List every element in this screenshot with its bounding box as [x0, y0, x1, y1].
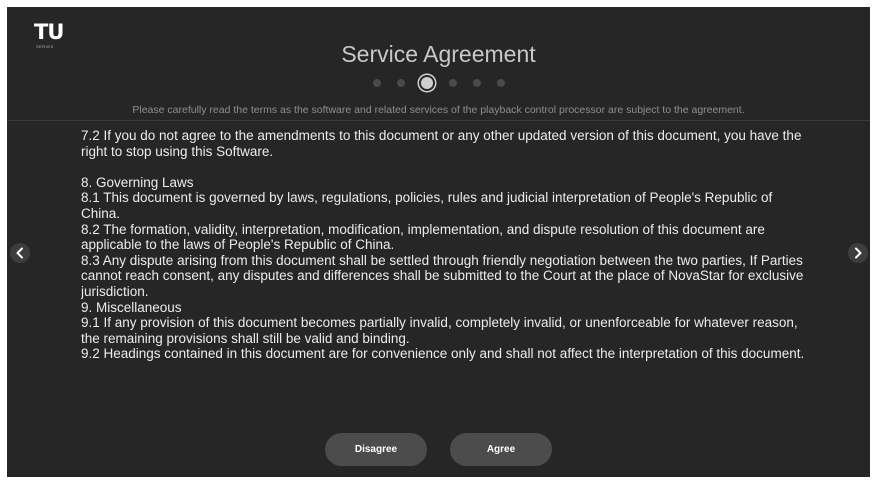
- page-indicator: [7, 75, 870, 91]
- disagree-button[interactable]: Disagree: [325, 433, 427, 466]
- clause-9-2: 9.2 Headings contained in this document …: [81, 346, 805, 362]
- page-dot-4: [448, 79, 457, 87]
- page-dot-3-active: [420, 77, 433, 89]
- chevron-right-icon: [855, 247, 862, 259]
- section-9-heading: 9. Miscellaneous: [81, 299, 182, 315]
- next-page-button[interactable]: [848, 243, 868, 263]
- agreement-screen: TU SERIES Service Agreement Please caref…: [7, 7, 870, 477]
- section-8-heading: 8. Governing Laws: [81, 174, 194, 190]
- clause-8-2: 8.2 The formation, validity, interpretat…: [81, 221, 765, 253]
- clause-8-3: 8.3 Any dispute arising from this docume…: [81, 252, 804, 299]
- page-dot-6: [496, 79, 505, 87]
- action-bar: Disagree Agree: [7, 433, 870, 466]
- previous-page-button[interactable]: [10, 243, 30, 263]
- clause-8-1: 8.1 This document is governed by laws, r…: [81, 190, 773, 221]
- agreement-text[interactable]: 7.2 If you do not agree to the amendment…: [81, 126, 814, 405]
- page-dot-2: [396, 79, 405, 87]
- page-title: Service Agreement: [341, 41, 536, 67]
- agree-button[interactable]: Agree: [450, 433, 552, 466]
- clause-9-1: 9.1 If any provision of this document be…: [81, 315, 798, 346]
- page-dot-5: [472, 79, 481, 87]
- clause-7-2: 7.2 If you do not agree to the amendment…: [81, 128, 802, 159]
- page-subtitle: Please carefully read the terms as the s…: [132, 104, 745, 116]
- header-divider: [7, 120, 870, 121]
- chevron-left-icon: [16, 247, 23, 259]
- page-dot-1: [372, 79, 381, 87]
